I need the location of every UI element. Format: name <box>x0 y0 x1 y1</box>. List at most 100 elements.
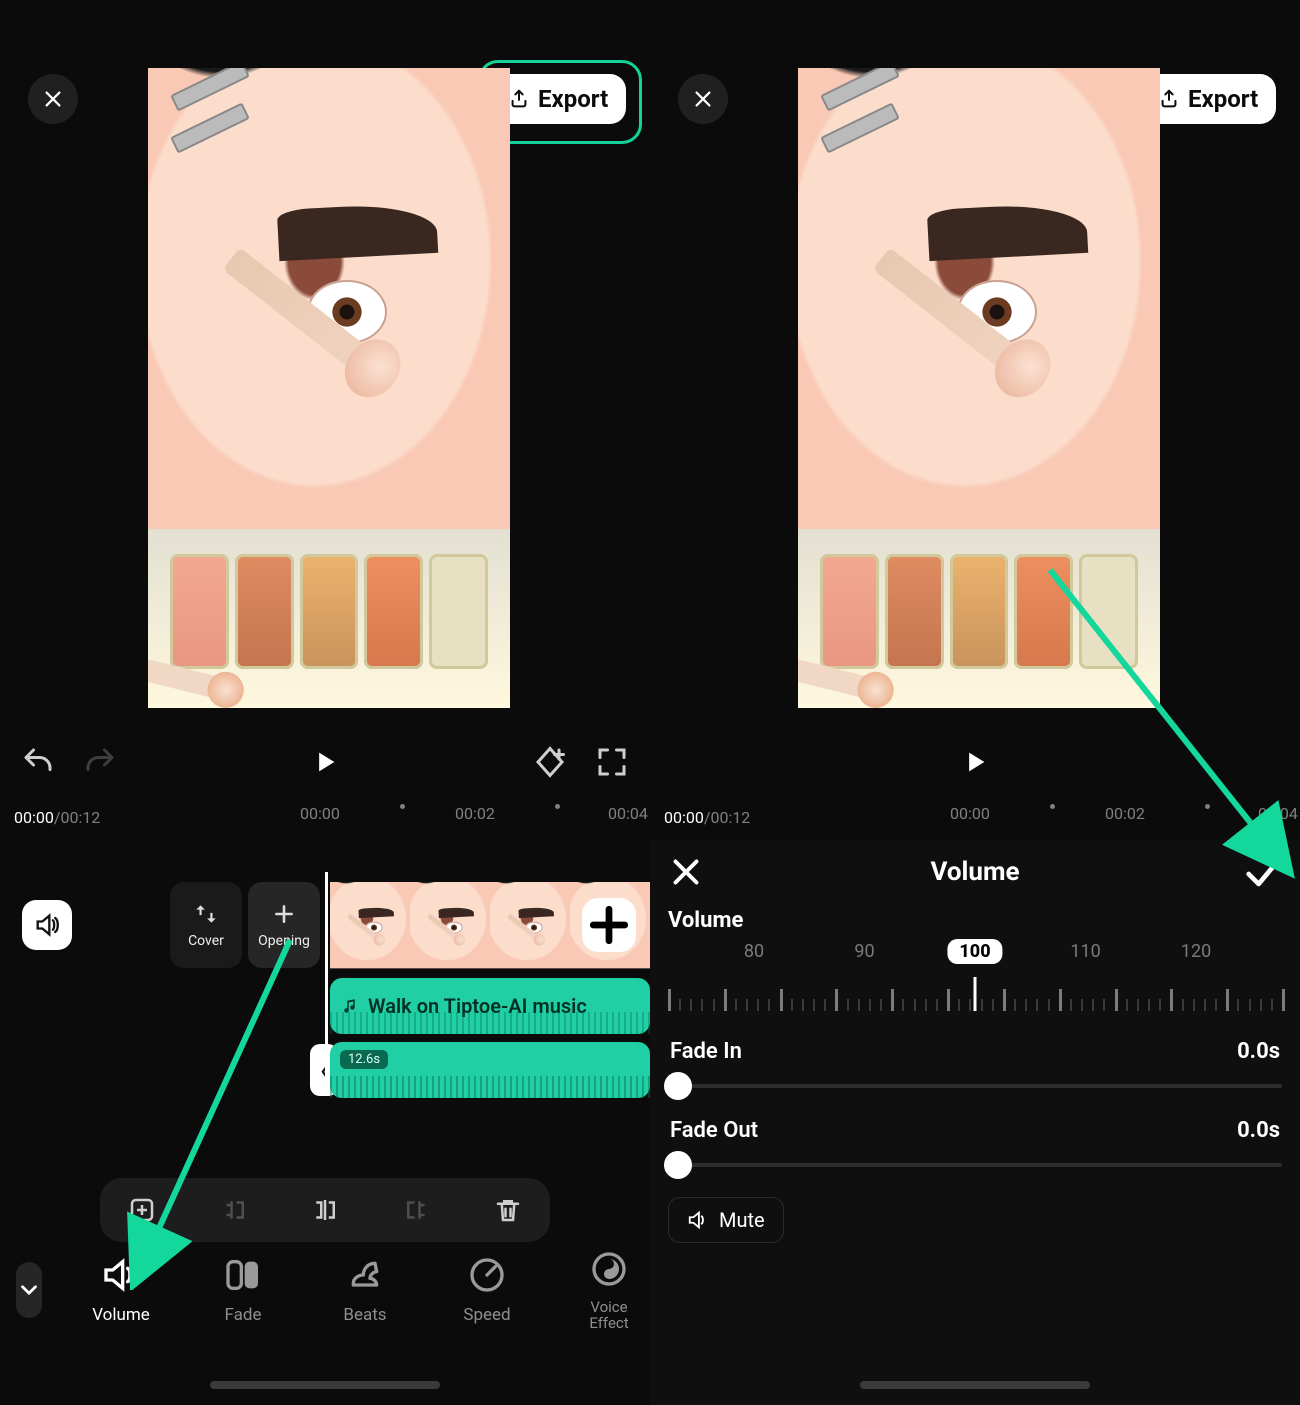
ruler-dot <box>400 804 405 809</box>
tool-label: Beats <box>343 1305 386 1325</box>
redo-button[interactable] <box>82 744 118 780</box>
close-icon <box>42 88 64 110</box>
speaker-icon <box>33 911 61 939</box>
undo-icon <box>20 744 56 780</box>
waveform <box>330 1076 650 1098</box>
fullscreen-button[interactable] <box>594 744 630 780</box>
preview-palette <box>798 529 1160 708</box>
add-clip-button[interactable] <box>582 898 636 952</box>
tool-label: Fade <box>225 1305 262 1325</box>
video-preview[interactable] <box>148 68 510 708</box>
tool-label: Volume <box>92 1305 150 1325</box>
speaker-icon <box>687 1209 709 1231</box>
split-icon <box>310 1195 340 1225</box>
undo-button[interactable] <box>20 744 56 780</box>
cover-button[interactable]: Cover <box>170 882 242 968</box>
ruler-tick: 00:02 <box>455 804 495 823</box>
swap-icon <box>193 901 219 927</box>
sheet-confirm-button[interactable] <box>1242 854 1282 894</box>
fade-out-value: 0.0s <box>1237 1118 1280 1143</box>
export-icon <box>508 88 530 110</box>
tool-fade[interactable]: Fade <box>200 1255 286 1325</box>
slider-knob[interactable] <box>664 1072 692 1100</box>
plus-icon <box>582 898 636 952</box>
fade-in-value: 0.0s <box>1237 1039 1280 1064</box>
tool-label: VoiceEffect <box>589 1299 628 1332</box>
export-button[interactable]: Export <box>490 74 626 124</box>
beats-icon <box>345 1255 385 1295</box>
timeline-ruler[interactable]: 00:00 00:02 00:04 <box>0 804 650 828</box>
audio-track-1[interactable]: Walk on Tiptoe-AI music <box>330 978 650 1034</box>
tool-label: Speed <box>463 1305 510 1325</box>
sheet-close-button[interactable] <box>668 854 704 890</box>
editor-screen-timeline: Pro Export <box>0 0 650 1405</box>
plus-icon <box>271 901 297 927</box>
delete-button[interactable] <box>488 1190 528 1230</box>
play-button[interactable] <box>307 744 343 780</box>
play-button[interactable] <box>957 744 993 780</box>
tool-speed[interactable]: Speed <box>444 1255 530 1325</box>
tool-beats[interactable]: Beats <box>322 1255 408 1325</box>
scale-mark: 80 <box>744 941 764 962</box>
opening-label: Opening <box>258 933 310 949</box>
fade-out-row: Fade Out 0.0s <box>650 1096 1300 1143</box>
speed-icon <box>467 1255 507 1295</box>
split-left-icon <box>219 1195 249 1225</box>
replace-button[interactable] <box>122 1190 162 1230</box>
opening-button[interactable]: Opening <box>248 882 320 968</box>
ruler-tick: 00:04 <box>1258 804 1298 823</box>
waveform <box>330 1012 650 1034</box>
export-icon <box>1158 88 1180 110</box>
audio-tool-row: Volume Fade Beats Speed VoiceEffect Nois… <box>0 1235 650 1345</box>
replace-icon <box>127 1195 157 1225</box>
cover-label: Cover <box>188 933 224 949</box>
preview-brow <box>277 202 439 261</box>
slider-knob[interactable] <box>664 1151 692 1179</box>
split-right-button[interactable] <box>397 1190 437 1230</box>
volume-value-badge: 100 <box>947 939 1002 964</box>
close-icon <box>692 88 714 110</box>
keyframe-button[interactable] <box>532 744 568 780</box>
volume-ruler[interactable] <box>668 983 1282 1011</box>
fullscreen-icon <box>594 744 630 780</box>
export-button[interactable]: Export <box>1140 74 1276 124</box>
preview-face <box>148 68 510 529</box>
clip-thumb <box>490 882 570 968</box>
scale-mark: 110 <box>1070 941 1100 962</box>
split-left-button[interactable] <box>214 1190 254 1230</box>
close-button[interactable] <box>28 74 78 124</box>
home-indicator <box>210 1381 440 1389</box>
play-icon <box>311 748 339 776</box>
playhead[interactable] <box>325 872 328 1090</box>
clip-thumb <box>330 882 410 968</box>
mute-label: Mute <box>719 1208 765 1232</box>
redo-icon <box>82 744 118 780</box>
tool-volume[interactable]: Volume <box>78 1255 164 1325</box>
video-preview[interactable] <box>798 68 1160 708</box>
timeline-ruler[interactable]: 00:00 00:02 00:04 <box>650 804 1300 828</box>
mute-original-button[interactable] <box>22 900 72 950</box>
fade-out-slider[interactable] <box>672 1155 1282 1175</box>
split-button[interactable] <box>305 1190 345 1230</box>
fade-in-label: Fade In <box>670 1039 742 1064</box>
clip-duration-badge: 12.6s <box>340 1050 388 1069</box>
ruler-dot <box>1050 804 1055 809</box>
transport-row <box>0 732 650 792</box>
mute-button[interactable]: Mute <box>668 1197 784 1243</box>
fade-out-label: Fade Out <box>670 1118 758 1143</box>
ruler-tick: 00:02 <box>1105 804 1145 823</box>
volume-scale[interactable]: 80 90 100 110 120 <box>668 941 1282 1017</box>
close-button[interactable] <box>678 74 728 124</box>
tool-voice-effect[interactable]: VoiceEffect <box>566 1249 652 1332</box>
timeline[interactable]: Cover Opening Walk on Tiptoe-AI music ‹ <box>0 836 650 1090</box>
export-label: Export <box>538 85 608 113</box>
close-icon <box>668 854 704 890</box>
trash-icon <box>493 1195 523 1225</box>
ruler-tick: 00:00 <box>950 804 990 823</box>
audio-track-2[interactable]: 12.6s <box>330 1042 650 1098</box>
collapse-tools-button[interactable] <box>16 1262 42 1318</box>
fade-in-slider[interactable] <box>672 1076 1282 1096</box>
ruler-dot <box>1205 804 1210 809</box>
split-right-icon <box>402 1195 432 1225</box>
ruler-tick: 00:00 <box>300 804 340 823</box>
